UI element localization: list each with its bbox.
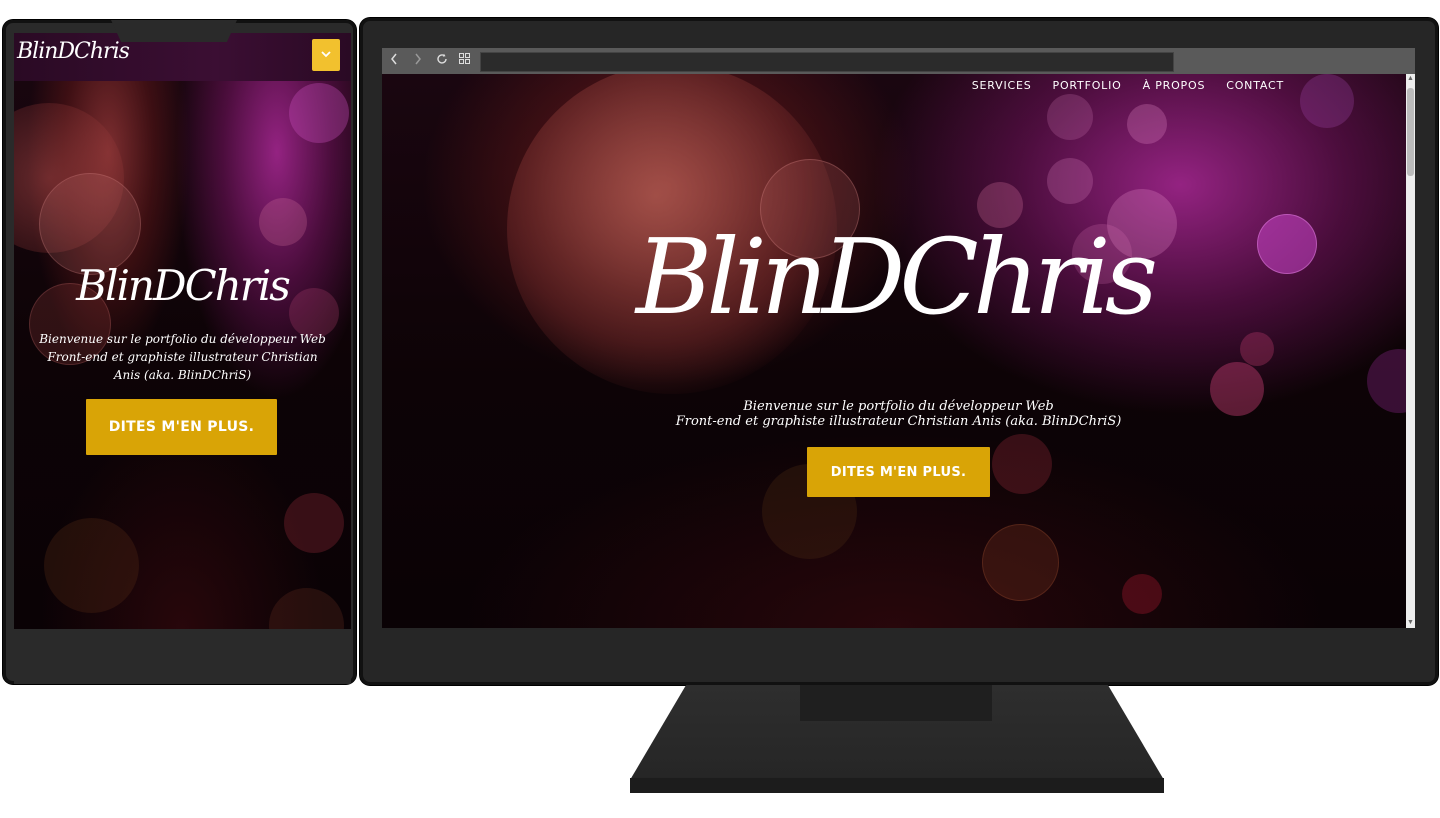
cta-button[interactable]: DITES M'EN PLUS. (807, 447, 990, 497)
scroll-down-arrow-icon[interactable]: ▼ (1407, 619, 1414, 626)
browser-window: SERVICES PORTFOLIO À PROPOS CONTACT Blin… (382, 48, 1415, 628)
scrollbar[interactable]: ▲ ▼ (1406, 74, 1415, 628)
grid-icon[interactable] (459, 53, 470, 67)
bokeh-circle (289, 83, 349, 143)
phone-notch (111, 20, 237, 42)
hero-logo: BlinDChris (635, 216, 1158, 338)
phone-screen: BlinDChris BlinDChris Bienvenue sur le p… (14, 33, 351, 629)
nav-link-services[interactable]: SERVICES (972, 79, 1032, 92)
url-bar[interactable] (480, 52, 1174, 72)
monitor-stand-neck (800, 685, 992, 721)
bokeh-circle (1127, 104, 1167, 144)
bokeh-circle (1047, 94, 1093, 140)
bokeh-circle (44, 518, 139, 613)
monitor-mockup: SERVICES PORTFOLIO À PROPOS CONTACT Blin… (360, 18, 1438, 685)
scroll-up-arrow-icon[interactable]: ▲ (1407, 75, 1414, 82)
nav-link-a-propos[interactable]: À PROPOS (1143, 79, 1206, 92)
bokeh-circle (982, 524, 1059, 601)
nav-link-portfolio[interactable]: PORTFOLIO (1053, 79, 1122, 92)
phone-mockup: BlinDChris BlinDChris Bienvenue sur le p… (3, 20, 356, 684)
bokeh-circle (1047, 158, 1093, 204)
chevron-right-icon[interactable] (414, 53, 422, 68)
header-logo[interactable]: BlinDChris (17, 39, 130, 64)
chevron-left-icon[interactable] (390, 53, 398, 68)
chevron-down-icon (321, 49, 331, 61)
hero-logo: BlinDChris (76, 261, 291, 310)
hero-tagline-line-1: Bienvenue sur le portfolio du développeu… (743, 399, 1054, 414)
hero-tagline: Bienvenue sur le portfolio du développeu… (382, 399, 1406, 429)
menu-toggle-button[interactable] (312, 39, 340, 71)
bokeh-circle (284, 493, 344, 553)
reload-icon[interactable] (436, 53, 448, 68)
bokeh-circle (39, 173, 141, 275)
scroll-thumb[interactable] (1407, 88, 1414, 176)
monitor-stand-edge (630, 778, 1164, 793)
bokeh-circle (1300, 74, 1354, 128)
nav-link-contact[interactable]: CONTACT (1226, 79, 1284, 92)
desktop-screen: SERVICES PORTFOLIO À PROPOS CONTACT Blin… (382, 74, 1406, 628)
cta-button[interactable]: DITES M'EN PLUS. (86, 399, 277, 455)
bokeh-circle (992, 434, 1052, 494)
bokeh-circle (1122, 574, 1162, 614)
bokeh-circle (269, 588, 344, 629)
browser-toolbar (382, 48, 1415, 74)
main-nav: SERVICES PORTFOLIO À PROPOS CONTACT (972, 79, 1284, 92)
hero-tagline-line-2: Front-end et graphiste illustrateur Chri… (675, 414, 1122, 429)
phone-bezel-bottom (14, 629, 351, 684)
hero-tagline: Bienvenue sur le portfolio du développeu… (39, 332, 326, 382)
bokeh-circle (259, 198, 307, 246)
